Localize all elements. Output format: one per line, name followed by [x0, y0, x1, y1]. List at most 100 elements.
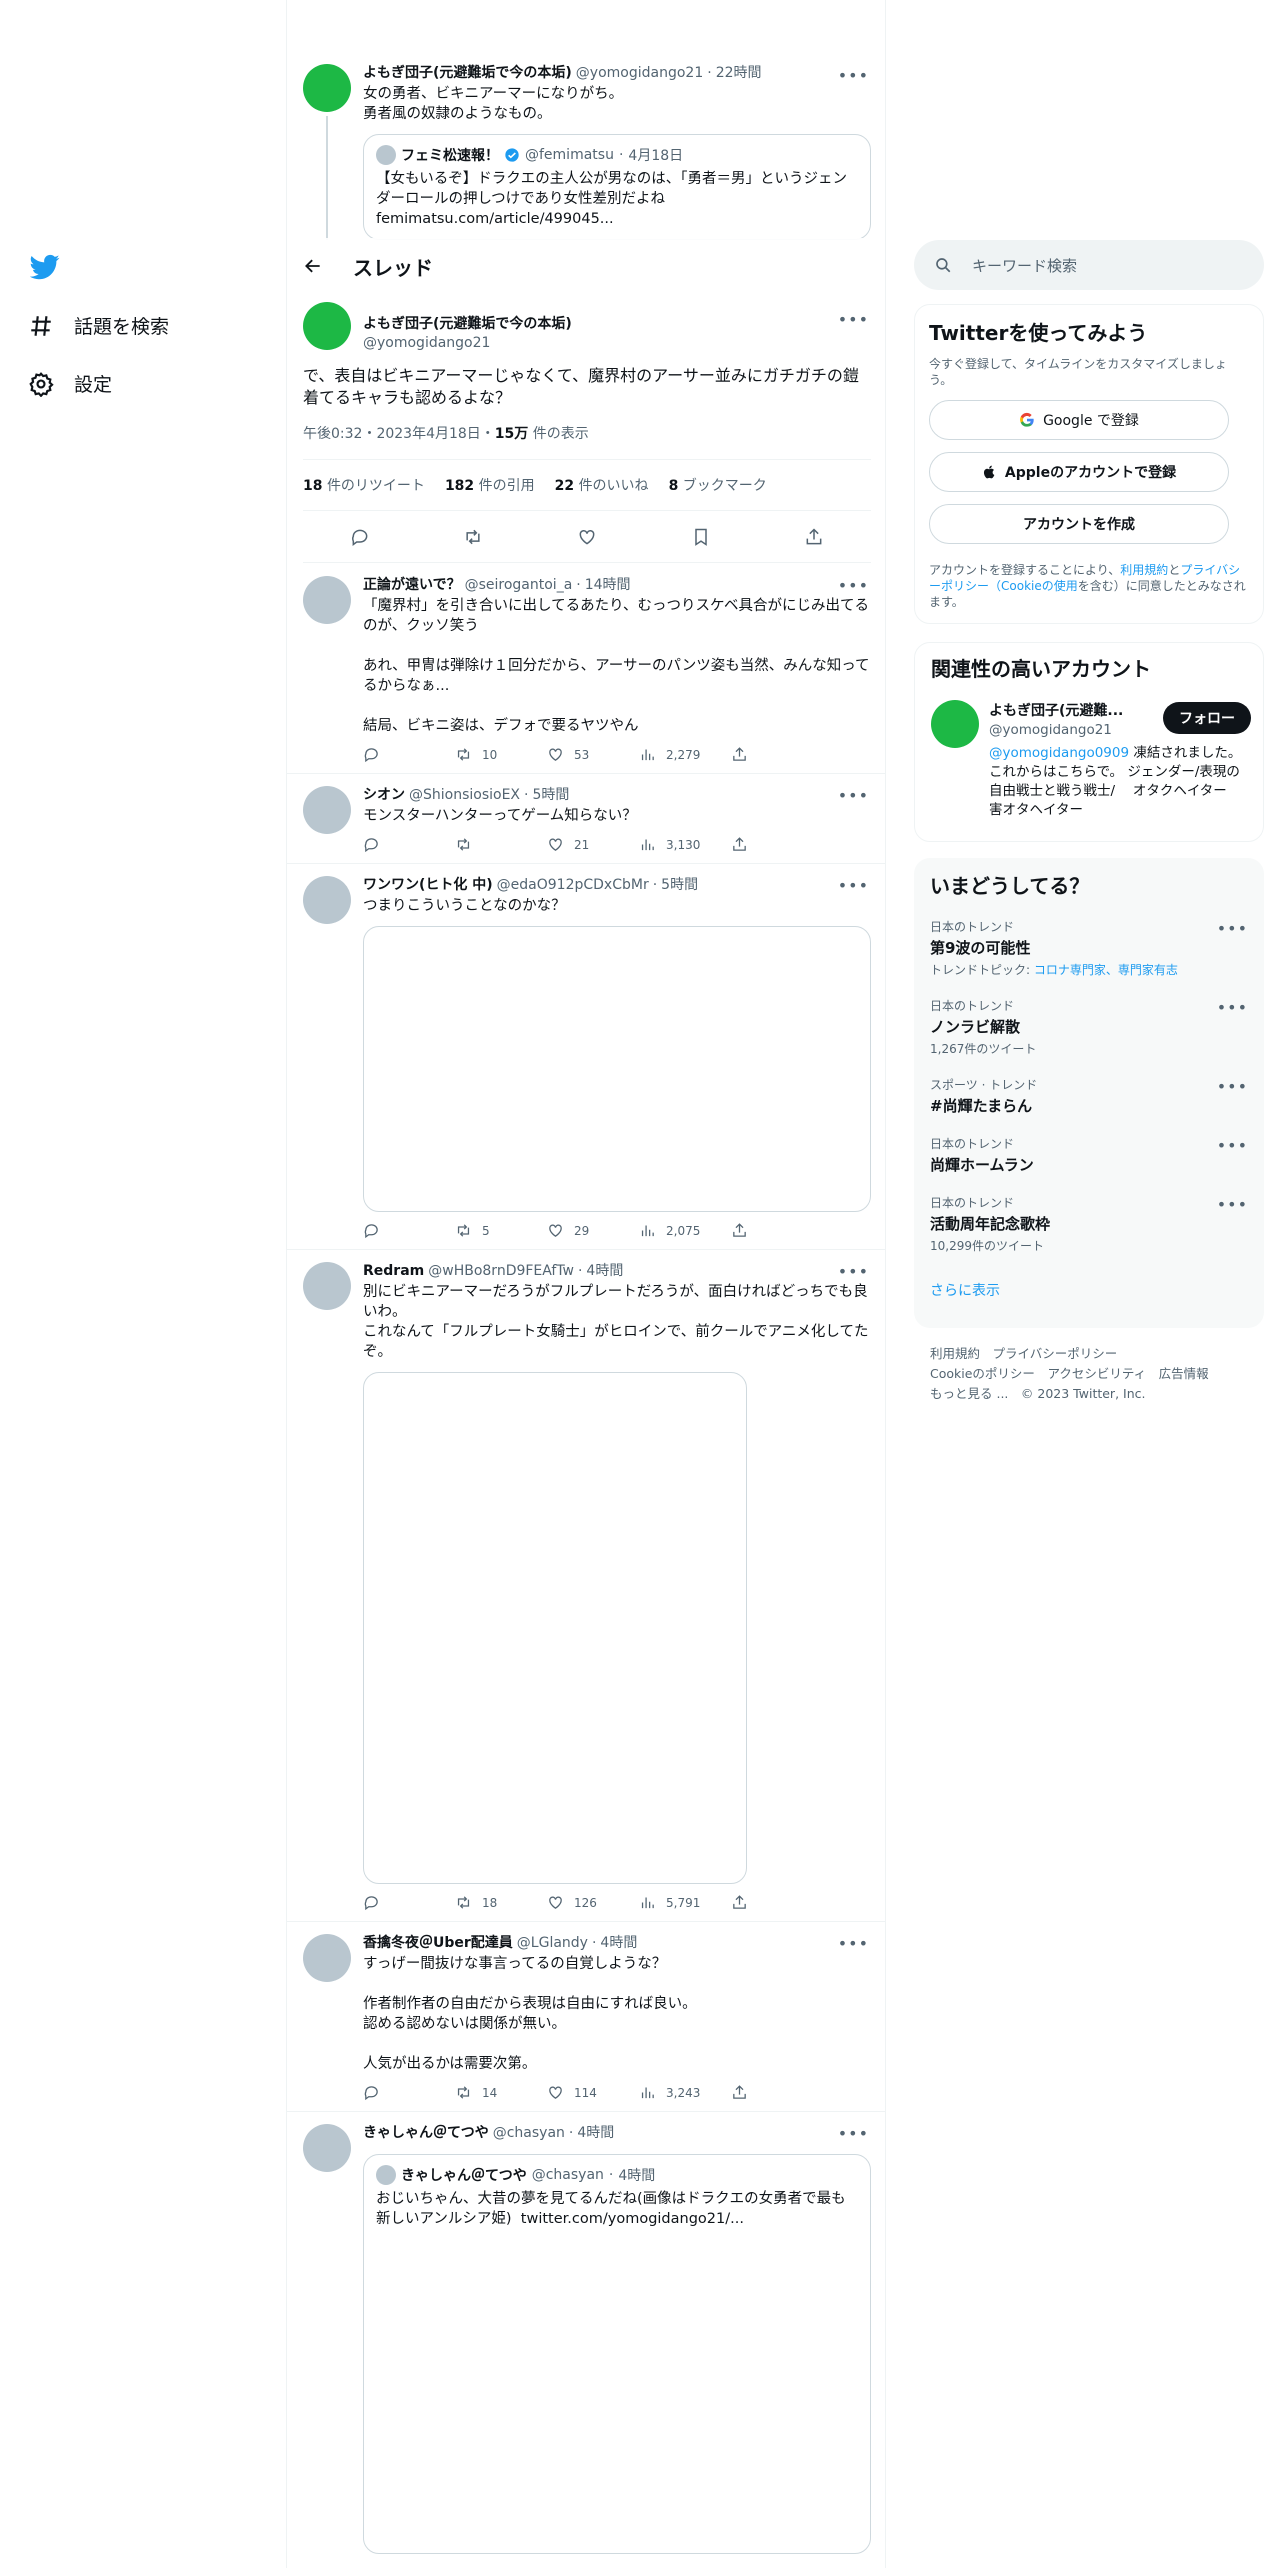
attached-image[interactable] — [363, 926, 871, 1212]
apple-signup-button[interactable]: Appleのアカウントで登録 — [929, 452, 1229, 492]
footer-link[interactable]: 広告情報 — [1159, 1366, 1209, 1381]
author-handle[interactable]: @wHBo8rnD9FEAfTw — [428, 1262, 574, 1280]
nav-settings[interactable]: 設定 — [28, 370, 112, 397]
reply-button[interactable] — [363, 2084, 455, 2101]
quote-stat[interactable]: 182 件の引用 — [445, 475, 535, 495]
reply-button[interactable] — [363, 1894, 455, 1911]
footer-link[interactable]: 利用規約 — [930, 1346, 980, 1361]
reply-button[interactable] — [363, 1222, 455, 1239]
more-icon[interactable]: ••• — [838, 310, 869, 329]
more-icon[interactable]: ••• — [838, 66, 869, 85]
avatar[interactable] — [303, 786, 351, 834]
views-button[interactable]: 3,243 — [639, 2084, 731, 2101]
reply-button[interactable] — [363, 746, 455, 763]
google-signup-button[interactable]: Google で登録 — [929, 400, 1229, 440]
quoted-tweet[interactable]: フェミ松速報！ @femimatsu · 4月18日 【女もいるぞ】ドラクエの主… — [363, 134, 871, 240]
terms-link[interactable]: 利用規約 — [1120, 563, 1168, 577]
author-handle[interactable]: @chasyan — [493, 2124, 565, 2142]
tweet-time[interactable]: 5時間 — [532, 786, 569, 804]
retweet-button[interactable]: 18 — [455, 1894, 547, 1911]
share-button[interactable] — [731, 2084, 823, 2101]
author-handle[interactable]: @yomogidango21 — [363, 335, 572, 351]
tweet-time[interactable]: 5時間 — [661, 876, 698, 894]
more-icon[interactable]: ••• — [1217, 1195, 1248, 1214]
attached-image[interactable] — [363, 1372, 747, 1884]
reply-tweet[interactable]: Redram @wHBo8rnD9FEAfTw · 4時間 別にビキニアーマーだろうが… — [287, 1250, 885, 1922]
tweet-timestamp[interactable]: 午後0:32・2023年4月18日・ — [303, 426, 495, 442]
twitter-logo-icon[interactable] — [30, 252, 60, 282]
search-box[interactable]: キーワード検索 — [914, 240, 1264, 290]
more-icon[interactable]: ••• — [1217, 1136, 1248, 1155]
share-button[interactable] — [731, 836, 823, 853]
share-button[interactable] — [731, 1222, 823, 1239]
retweet-button[interactable]: 10 — [455, 746, 547, 763]
more-icon[interactable]: ••• — [1217, 1077, 1248, 1096]
trend-item[interactable]: 日本のトレンド 活動周年記念歌枠 10,299件のツイート ••• — [930, 1195, 1248, 1254]
more-icon[interactable]: ••• — [838, 2124, 869, 2143]
avatar[interactable] — [931, 700, 979, 748]
tweet-time[interactable]: 14時間 — [585, 576, 631, 594]
author-handle[interactable]: @edaO912pCDxCbMr — [497, 876, 649, 894]
footer-link[interactable]: Cookieのポリシー — [930, 1366, 1035, 1381]
footer-link[interactable]: アクセシビリティ — [1047, 1366, 1146, 1381]
author-name[interactable]: ワンワン(ヒト化 中) — [363, 876, 493, 894]
reply-icon[interactable] — [350, 527, 370, 547]
author-handle[interactable]: @yomogidango21 — [576, 64, 703, 82]
tweet-time[interactable]: 22時間 — [716, 64, 762, 82]
trend-item[interactable]: 日本のトレンド 尚輝ホームラン ••• — [930, 1136, 1248, 1175]
like-button[interactable]: 29 — [547, 1222, 639, 1239]
author-handle[interactable]: @LGlandy — [517, 1934, 588, 1952]
nav-explore[interactable]: 話題を検索 — [28, 312, 169, 339]
author-name[interactable]: 正論が遠いで？ — [363, 576, 461, 594]
tweet-time[interactable]: 4時間 — [586, 1262, 623, 1280]
retweet-button[interactable]: 14 — [455, 2084, 547, 2101]
create-account-button[interactable]: アカウントを作成 — [929, 504, 1229, 544]
more-icon[interactable]: ••• — [838, 1262, 869, 1281]
bio-link[interactable]: @yomogidango0909 — [989, 745, 1129, 761]
trend-item[interactable]: 日本のトレンド ノンラビ解散 1,267件のツイート ••• — [930, 998, 1248, 1057]
avatar[interactable] — [303, 876, 351, 924]
author-name[interactable]: シオン — [363, 786, 405, 804]
views-button[interactable]: 3,130 — [639, 836, 731, 853]
more-icon[interactable]: ••• — [838, 576, 869, 595]
like-stat[interactable]: 22 件のいいね — [555, 475, 649, 495]
back-arrow-icon[interactable] — [303, 256, 323, 276]
avatar[interactable] — [303, 302, 351, 350]
reply-tweet[interactable]: 正論が遠いで？ @seirogantoi_a · 14時間 「魔界村」を引き合いに出し… — [287, 564, 885, 774]
views-button[interactable]: 2,075 — [639, 1222, 731, 1239]
like-icon[interactable] — [577, 527, 597, 547]
trend-topic-link[interactable]: コロナ専門家、専門家有志 — [1034, 963, 1178, 977]
bookmark-icon[interactable] — [691, 527, 711, 547]
avatar[interactable] — [303, 576, 351, 624]
avatar[interactable] — [303, 1262, 351, 1310]
views-button[interactable]: 5,791 — [639, 1894, 731, 1911]
reply-tweet[interactable]: ワンワン(ヒト化 中) @edaO912pCDxCbMr · 5時間 つまりこういうこ… — [287, 864, 885, 1250]
more-icon[interactable]: ••• — [1217, 919, 1248, 938]
author-handle[interactable]: @seirogantoi_a — [465, 576, 573, 594]
reply-button[interactable] — [363, 836, 455, 853]
bookmark-stat[interactable]: 8 ブックマーク — [669, 475, 767, 495]
author-name[interactable]: よもぎ団子(元避難垢で今の本垢) — [363, 313, 572, 333]
like-button[interactable]: 21 — [547, 836, 639, 853]
author-name[interactable]: Redram — [363, 1262, 424, 1280]
author-name[interactable]: きゃしゃん＠てつや — [363, 2124, 489, 2142]
like-button[interactable]: 114 — [547, 2084, 639, 2101]
related-account[interactable]: よもぎ団子(元避難... @yomogidango21 @yomogidango… — [931, 700, 1251, 820]
follow-button[interactable]: フォロー — [1163, 702, 1251, 734]
trend-item[interactable]: スポーツ · トレンド #尚輝たまらん ••• — [930, 1077, 1248, 1116]
avatar[interactable] — [303, 1934, 351, 1982]
avatar[interactable] — [303, 64, 351, 112]
share-button[interactable] — [731, 746, 823, 763]
trend-item[interactable]: 日本のトレンド 第9波の可能性 トレンドトピック: コロナ専門家、専門家有志 •… — [930, 919, 1248, 978]
account-name[interactable]: よもぎ団子(元避難... — [989, 700, 1159, 720]
quoted-tweet[interactable]: きゃしゃん＠てつや @chasyan · 4時間 おじいちゃん、大昔の夢を見てる… — [363, 2154, 871, 2554]
search-input[interactable]: キーワード検索 — [972, 255, 1077, 276]
more-icon[interactable]: ••• — [1217, 998, 1248, 1017]
views-button[interactable]: 2,279 — [639, 746, 731, 763]
author-handle[interactable]: @ShionsiosioEX — [409, 786, 520, 804]
reply-tweet[interactable]: 香擒冬夜＠Uber配達員 @LGlandy · 4時間 すっげー間抜けな事言ってるの自… — [287, 1922, 885, 2112]
show-more-link[interactable]: さらに表示 — [930, 1280, 1248, 1300]
reply-tweet[interactable]: きゃしゃん＠てつや @chasyan · 4時間 きゃしゃん＠てつや @chasyan… — [287, 2112, 885, 2564]
tweet-time[interactable]: 4時間 — [600, 1934, 637, 1952]
tweet-time[interactable]: 4時間 — [577, 2124, 614, 2142]
